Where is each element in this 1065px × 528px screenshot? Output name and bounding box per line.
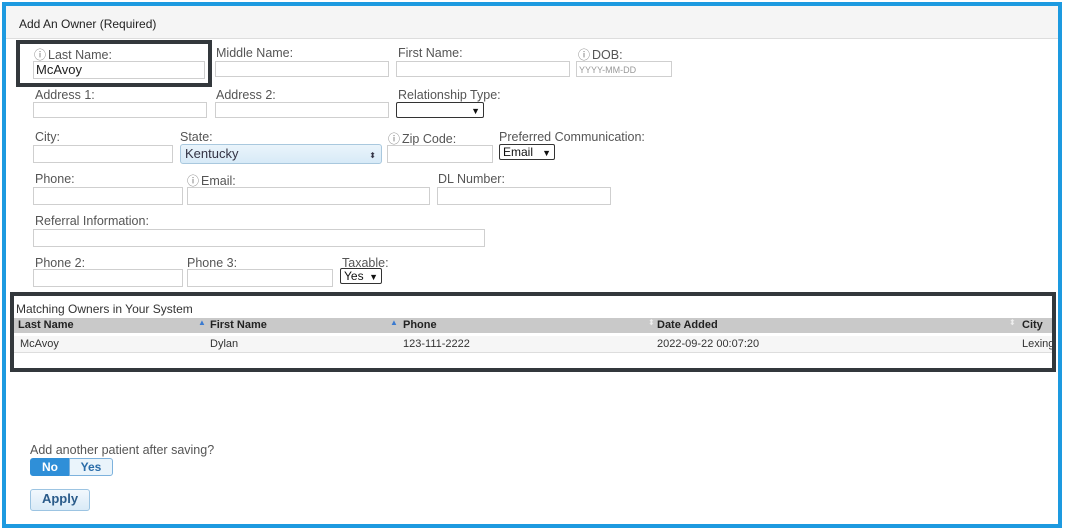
preferred-comm-label: Preferred Communication: — [499, 130, 645, 144]
add-owner-panel: Add An Owner (Required) ⓘ Last Name: McAv… — [2, 2, 1062, 528]
phone2-label: Phone 2: — [35, 256, 86, 270]
add-another-no[interactable]: No — [30, 458, 70, 476]
state-label: State: — [180, 130, 213, 144]
panel-header — [6, 6, 1058, 39]
phone-input[interactable] — [33, 187, 183, 205]
relationship-type-label: Relationship Type: — [398, 88, 501, 102]
chevron-down-icon: ▼ — [471, 106, 480, 116]
info-icon: ⓘ — [388, 132, 401, 146]
apply-button[interactable]: Apply — [30, 489, 90, 511]
dl-number-label: DL Number: — [438, 172, 505, 186]
phone3-input[interactable] — [187, 269, 333, 287]
add-another-label: Add another patient after saving? — [30, 443, 215, 457]
address2-input[interactable] — [215, 102, 389, 118]
matching-callout — [10, 292, 1056, 372]
first-name-label: First Name: — [398, 46, 463, 60]
taxable-select[interactable]: Yes ▼ — [340, 268, 382, 284]
add-another-yes[interactable]: Yes — [69, 458, 113, 476]
relationship-type-select[interactable]: ▼ — [396, 102, 484, 118]
info-icon: ⓘ — [578, 48, 591, 62]
referral-label: Referral Information: — [35, 214, 149, 228]
last-name-callout — [16, 40, 212, 87]
phone3-label: Phone 3: — [187, 256, 238, 270]
middle-name-label: Middle Name: — [216, 46, 294, 60]
first-name-input[interactable] — [396, 61, 570, 77]
middle-name-input[interactable] — [215, 61, 389, 77]
chevron-down-icon: ▼ — [369, 272, 378, 282]
email-input[interactable] — [187, 187, 430, 205]
city-label: City: — [35, 130, 60, 144]
chevron-updown-icon: ⬍ — [369, 151, 376, 160]
state-select[interactable]: Kentucky ⬍ — [180, 144, 382, 164]
address1-label: Address 1: — [35, 88, 95, 102]
zip-input[interactable] — [387, 145, 493, 163]
address2-label: Address 2: — [216, 88, 276, 102]
panel-title: Add An Owner (Required) — [19, 17, 157, 31]
phone2-input[interactable] — [33, 269, 183, 287]
info-icon: ⓘ — [187, 174, 200, 188]
referral-input[interactable] — [33, 229, 485, 247]
preferred-comm-select[interactable]: Email ▼ — [499, 144, 555, 160]
dl-number-input[interactable] — [437, 187, 611, 205]
address1-input[interactable] — [33, 102, 207, 118]
city-input[interactable] — [33, 145, 173, 163]
phone-label: Phone: — [35, 172, 75, 186]
dob-input[interactable]: YYYY-MM-DD — [576, 61, 672, 77]
chevron-down-icon: ▼ — [542, 148, 551, 158]
